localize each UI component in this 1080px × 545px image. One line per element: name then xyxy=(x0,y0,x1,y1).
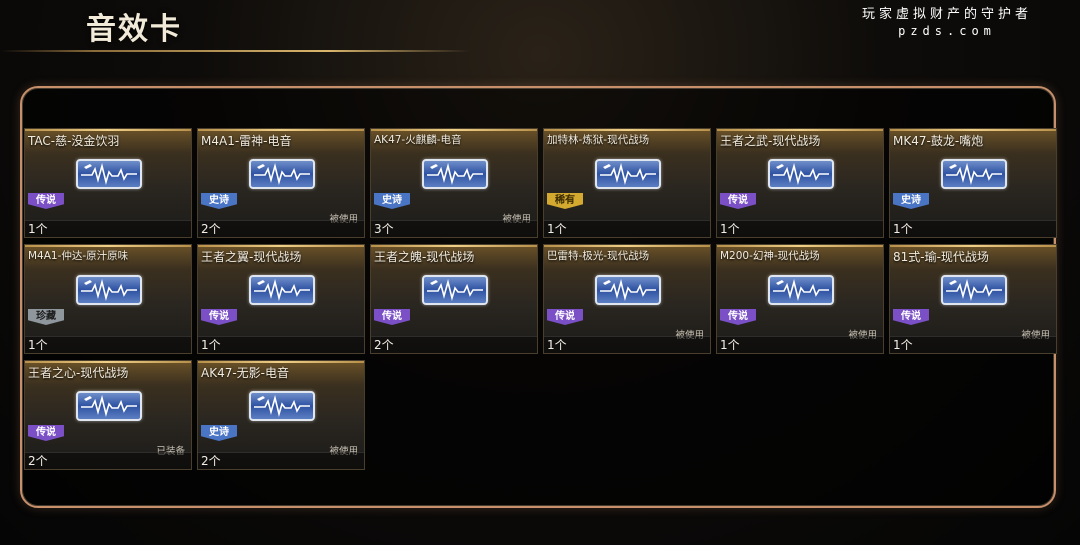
card-count: 2个 xyxy=(374,338,394,352)
sound-card[interactable]: 加特林-炼狱-现代战场稀有 1个 xyxy=(543,128,711,238)
rarity-badge: 传说 xyxy=(28,425,64,441)
rarity-badge: 史诗 xyxy=(374,193,410,209)
count-bar: 1个 xyxy=(25,220,191,237)
sound-wave-icon xyxy=(249,159,315,189)
card-count: 1个 xyxy=(893,222,913,236)
card-name: 王者之武-现代战场 xyxy=(720,134,821,148)
sound-card[interactable]: 巴雷特-极光-现代战场 传说 被使用 1个 xyxy=(543,244,711,354)
count-bar: 2个 xyxy=(198,452,364,469)
card-name: 加特林-炼狱-现代战场 xyxy=(547,134,650,146)
rarity-badge: 传说 xyxy=(720,309,756,325)
rarity-badge: 珍藏 xyxy=(28,309,64,325)
count-bar: 1个 xyxy=(890,336,1056,353)
count-bar: 1个 xyxy=(717,336,883,353)
sound-wave-icon xyxy=(76,159,142,189)
sound-card[interactable]: 王者之翼-现代战场 传说 1个 xyxy=(197,244,365,354)
sound-card[interactable]: MK47-鼓龙-嘴炮 史诗 1个 xyxy=(889,128,1057,238)
sound-wave-icon xyxy=(249,275,315,305)
sound-card[interactable]: 81式-瑜-现代战场 传说 被使用 1个 xyxy=(889,244,1057,354)
sound-card-grid: TAC-慈-没金饮羽 传说 1个 M4A1-雷神-电音 史诗 被使用 2个 AK47-火麒麟-… xyxy=(24,128,1057,470)
sound-wave-icon xyxy=(768,275,834,305)
count-bar: 2个 xyxy=(198,220,364,237)
rarity-badge: 史诗 xyxy=(201,425,237,441)
sound-wave-icon xyxy=(249,391,315,421)
count-bar: 1个 xyxy=(544,220,710,237)
rarity-badge: 传说 xyxy=(893,309,929,325)
card-count: 2个 xyxy=(201,222,221,236)
rarity-badge: 传说 xyxy=(201,309,237,325)
card-count: 1个 xyxy=(720,222,740,236)
sound-wave-icon xyxy=(941,159,1007,189)
sound-wave-icon xyxy=(76,391,142,421)
sound-wave-icon xyxy=(768,159,834,189)
card-name: M4A1-仲达-原汁原味 xyxy=(28,250,129,262)
count-bar: 1个 xyxy=(890,220,1056,237)
card-name: 王者之魄-现代战场 xyxy=(374,250,475,264)
watermark: 玩家虚拟财产的守护者 pzds.com xyxy=(862,3,1032,38)
card-count: 1个 xyxy=(201,338,221,352)
sound-card[interactable]: M200-幻神-现代战场 传说 被使用 1个 xyxy=(716,244,884,354)
sound-card[interactable]: 王者之魄-现代战场 传说 2个 xyxy=(370,244,538,354)
card-count: 2个 xyxy=(201,454,221,468)
rarity-badge: 稀有 xyxy=(547,193,583,209)
card-count: 1个 xyxy=(28,338,48,352)
rarity-badge: 史诗 xyxy=(201,193,237,209)
card-name: 王者之翼-现代战场 xyxy=(201,250,302,264)
card-count: 1个 xyxy=(547,338,567,352)
card-count: 2个 xyxy=(28,454,48,468)
sound-wave-icon xyxy=(76,275,142,305)
card-name: 巴雷特-极光-现代战场 xyxy=(547,250,650,262)
count-bar: 3个 xyxy=(371,220,537,237)
sound-card[interactable]: AK47-无影-电音 史诗 被使用 2个 xyxy=(197,360,365,470)
card-name: TAC-慈-没金饮羽 xyxy=(28,134,120,148)
count-bar: 2个 xyxy=(371,336,537,353)
card-name: 81式-瑜-现代战场 xyxy=(893,250,989,264)
card-count: 1个 xyxy=(720,338,740,352)
rarity-badge: 传说 xyxy=(547,309,583,325)
sound-card[interactable]: M4A1-雷神-电音 史诗 被使用 2个 xyxy=(197,128,365,238)
card-count: 1个 xyxy=(28,222,48,236)
rarity-badge: 史诗 xyxy=(893,193,929,209)
card-name: AK47-无影-电音 xyxy=(201,366,290,380)
count-bar: 2个 xyxy=(25,452,191,469)
card-name: M4A1-雷神-电音 xyxy=(201,134,292,148)
rarity-badge: 传说 xyxy=(720,193,756,209)
sound-card[interactable]: 王者之武-现代战场 传说 1个 xyxy=(716,128,884,238)
sound-wave-icon xyxy=(595,275,661,305)
sound-wave-icon xyxy=(595,159,661,189)
title-underline xyxy=(0,50,470,52)
count-bar: 1个 xyxy=(717,220,883,237)
sound-wave-icon xyxy=(941,275,1007,305)
watermark-slogan: 玩家虚拟财产的守护者 xyxy=(861,7,1032,22)
sound-wave-icon xyxy=(422,159,488,189)
sound-card[interactable]: TAC-慈-没金饮羽 传说 1个 xyxy=(24,128,192,238)
count-bar: 1个 xyxy=(544,336,710,353)
sound-wave-icon xyxy=(422,275,488,305)
count-bar: 1个 xyxy=(198,336,364,353)
sound-card[interactable]: 王者之心-现代战场 传说 已装备 2个 xyxy=(24,360,192,470)
rarity-badge: 传说 xyxy=(374,309,410,325)
page-title: 音效卡 xyxy=(86,12,182,47)
card-count: 3个 xyxy=(374,222,394,236)
count-bar: 1个 xyxy=(25,336,191,353)
rarity-badge: 传说 xyxy=(28,193,64,209)
card-name: M200-幻神-现代战场 xyxy=(720,250,820,262)
sound-card[interactable]: M4A1-仲达-原汁原味珍藏 1个 xyxy=(24,244,192,354)
card-count: 1个 xyxy=(893,338,913,352)
watermark-site: pzds.com xyxy=(898,24,996,38)
sound-card[interactable]: AK47-火麒麟-电音 史诗 被使用 3个 xyxy=(370,128,538,238)
card-name: 王者之心-现代战场 xyxy=(28,366,129,380)
card-count: 1个 xyxy=(547,222,567,236)
card-name: MK47-鼓龙-嘴炮 xyxy=(893,134,984,148)
card-name: AK47-火麒麟-电音 xyxy=(374,134,462,146)
